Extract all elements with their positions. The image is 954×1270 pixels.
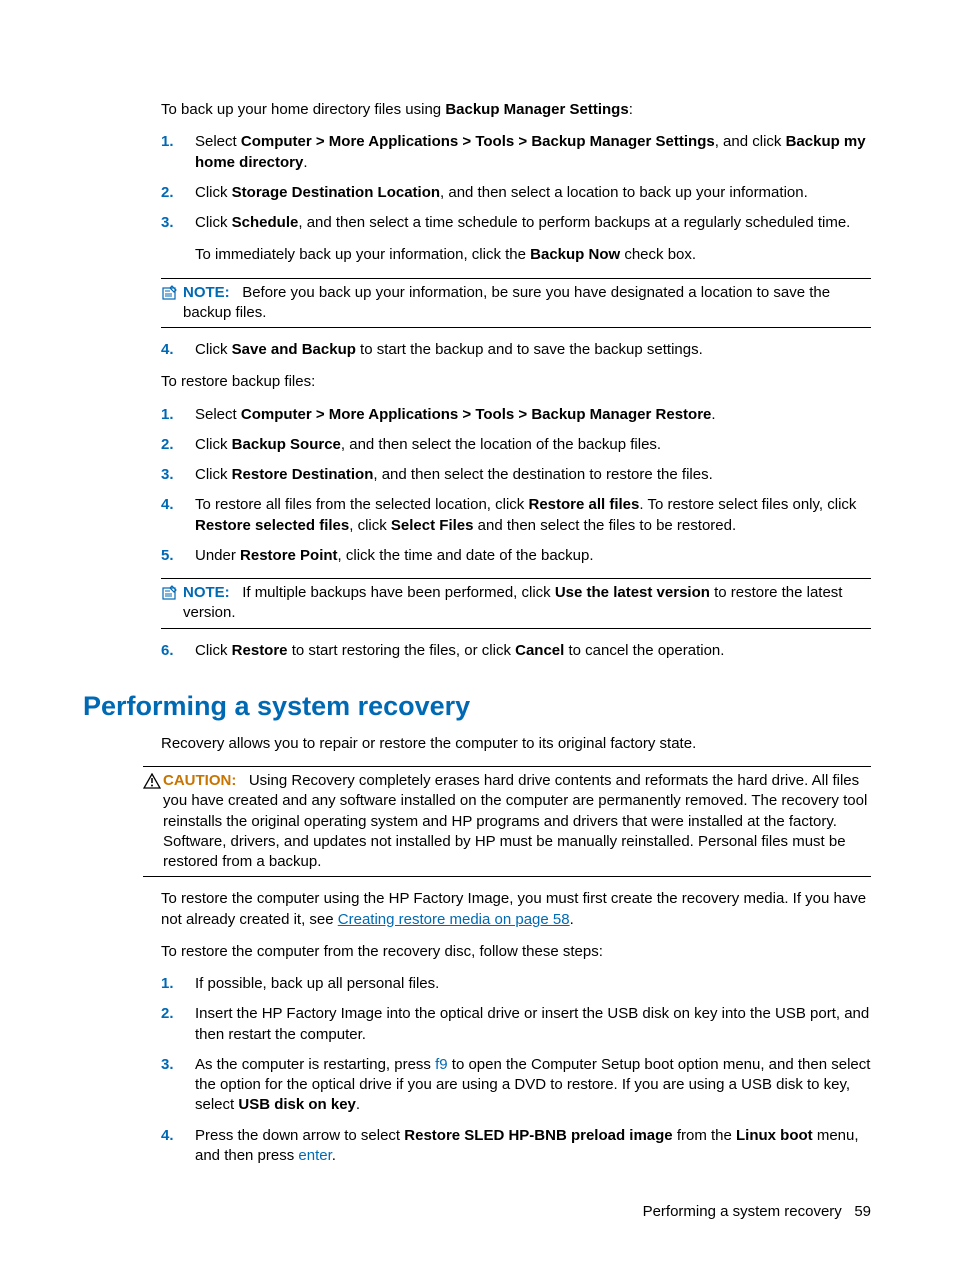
list-item: 4. Click Save and Backup to start the ba… (161, 340, 871, 360)
recovery-p1: To restore the computer using the HP Fac… (161, 889, 871, 930)
list-item: 1. Select Computer > More Applications >… (161, 405, 871, 425)
list-item: 3. As the computer is restarting, press … (161, 1055, 871, 1116)
list-item: 2. Insert the HP Factory Image into the … (161, 1004, 871, 1045)
note-backup-location: NOTE: Before you back up your informatio… (161, 278, 871, 329)
list-item: 1. Select Computer > More Applications >… (161, 132, 871, 173)
note-icon (161, 583, 181, 624)
restore-list-cont: 6. Click Restore to start restoring the … (161, 641, 871, 661)
caution-icon (143, 771, 163, 872)
page-footer: Performing a system recovery 59 (643, 1203, 871, 1220)
note-multiple-backups: NOTE: If multiple backups have been perf… (161, 578, 871, 629)
list-item: 2. Click Storage Destination Location, a… (161, 183, 871, 203)
list-item: 6. Click Restore to start restoring the … (161, 641, 871, 661)
list-item: 2. Click Backup Source, and then select … (161, 435, 871, 455)
section-heading: Performing a system recovery (83, 691, 871, 722)
list-item: 4. To restore all files from the selecte… (161, 495, 871, 536)
backup-intro: To back up your home directory files usi… (161, 100, 871, 120)
backup-settings-list-cont: 4. Click Save and Backup to start the ba… (161, 340, 871, 360)
list-item: 5. Under Restore Point, click the time a… (161, 546, 871, 566)
note-icon (161, 283, 181, 324)
restore-list: 1. Select Computer > More Applications >… (161, 405, 871, 567)
creating-restore-media-link[interactable]: Creating restore media on page 58 (338, 911, 570, 928)
list-item: 3. Click Restore Destination, and then s… (161, 465, 871, 485)
caution-recovery: CAUTION: Using Recovery completely erase… (143, 766, 871, 877)
list-item: 4. Press the down arrow to select Restor… (161, 1126, 871, 1167)
backup-settings-list: 1. Select Computer > More Applications >… (161, 132, 871, 265)
recovery-intro: Recovery allows you to repair or restore… (161, 734, 871, 754)
restore-intro: To restore backup files: (161, 372, 871, 392)
recovery-p2: To restore the computer from the recover… (161, 942, 871, 962)
list-item: 1. If possible, back up all personal fil… (161, 974, 871, 994)
recovery-steps: 1. If possible, back up all personal fil… (161, 974, 871, 1166)
list-item: 3. Click Schedule, and then select a tim… (161, 213, 871, 266)
